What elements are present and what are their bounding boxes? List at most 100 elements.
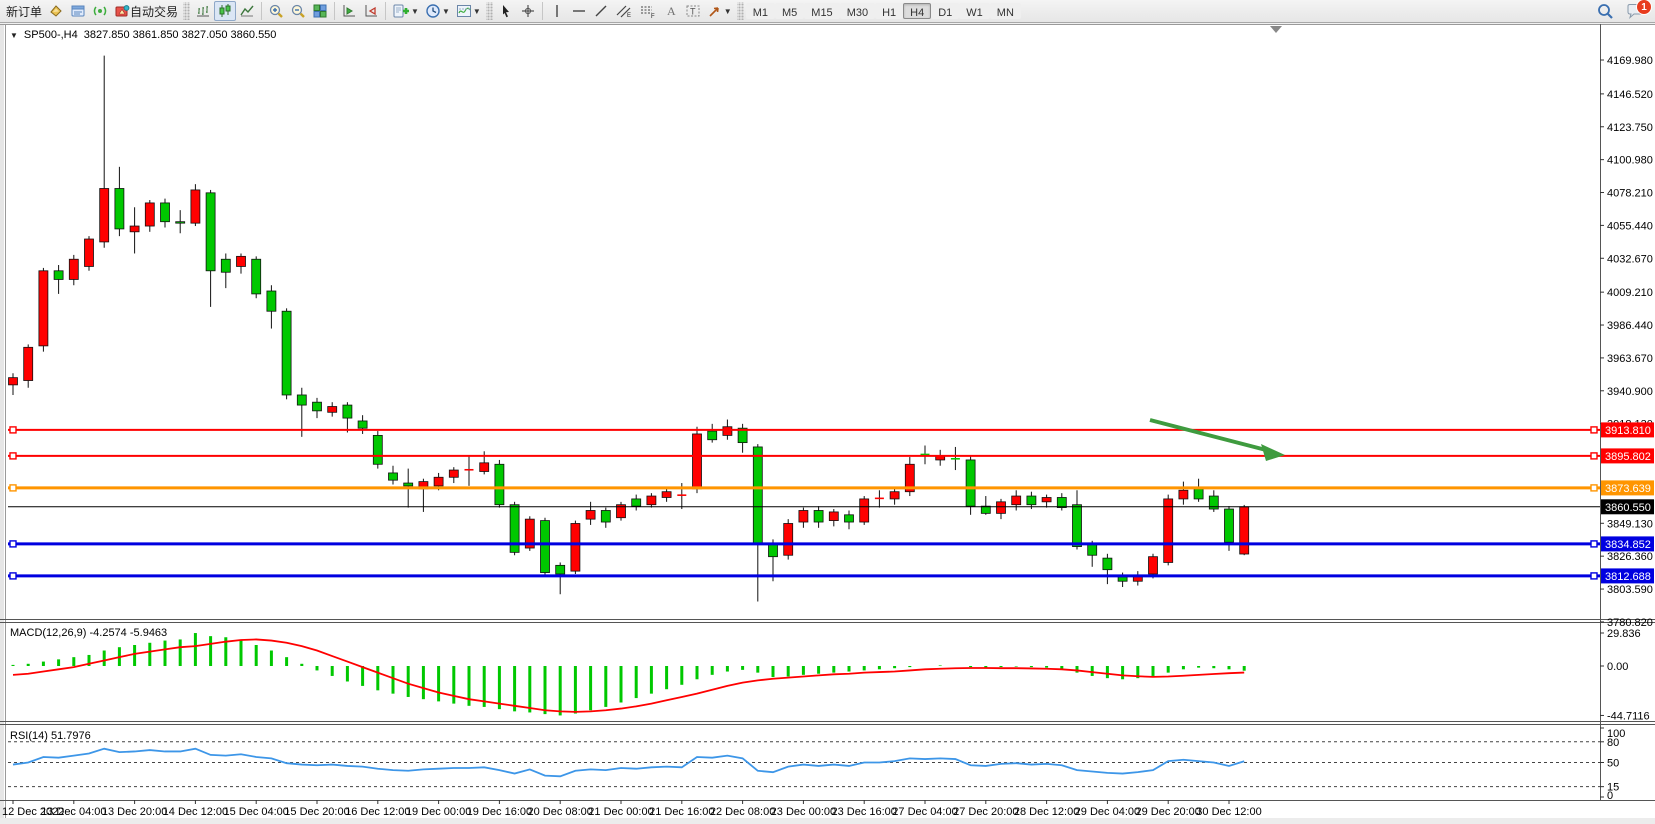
zoom-in-icon[interactable]: [265, 1, 287, 21]
arrows-icon[interactable]: ▼: [704, 1, 735, 21]
candle-body: [708, 431, 717, 440]
channel-icon[interactable]: E: [612, 1, 636, 21]
period-clock-button[interactable]: ▼: [422, 1, 453, 21]
candle-body: [586, 510, 595, 519]
time-label: 21 Dec 00:00: [588, 806, 653, 818]
candle-body: [100, 188, 109, 241]
line-handle[interactable]: [1591, 541, 1597, 547]
time-label: 23 Dec 00:00: [771, 806, 836, 818]
macd-tick-label: 0.00: [1607, 661, 1628, 673]
price-tick-label: 3849.130: [1607, 518, 1653, 530]
timeframe-MN[interactable]: MN: [990, 3, 1021, 19]
fibonacci-icon[interactable]: F: [636, 1, 660, 21]
market-watch-icon[interactable]: [67, 1, 89, 21]
candle-body: [206, 193, 215, 271]
candle-body: [313, 402, 322, 411]
candle-body: [1088, 544, 1097, 556]
chat-icon[interactable]: 1: [1623, 1, 1647, 21]
text-label-icon[interactable]: T: [682, 1, 704, 21]
candle-body: [647, 496, 656, 505]
candle-body: [799, 510, 808, 522]
candle-body: [328, 407, 337, 413]
candle-body: [24, 347, 33, 380]
chart-shift-marker[interactable]: [1270, 26, 1282, 33]
line-handle[interactable]: [10, 573, 16, 579]
text-icon[interactable]: A: [660, 1, 682, 21]
add-indicator-button[interactable]: ▼: [389, 1, 422, 21]
candle-body: [1012, 496, 1021, 505]
candle-body: [890, 492, 899, 499]
timeframe-H1[interactable]: H1: [875, 3, 903, 19]
price-tick-label: 4078.210: [1607, 188, 1653, 200]
macd-tick-label: -44.7116: [1607, 710, 1650, 722]
line-chart-icon[interactable]: [236, 1, 258, 21]
template-button[interactable]: ▼: [453, 1, 484, 21]
timeframe-D1[interactable]: D1: [931, 3, 959, 19]
price-tag-label: 3860.550: [1605, 502, 1651, 514]
profile-forward-icon[interactable]: [338, 1, 360, 21]
chevron-down-icon: ▼: [442, 7, 450, 16]
time-label: 19 Dec 16:00: [467, 806, 532, 818]
price-tag-label: 3873.639: [1605, 483, 1651, 495]
signal-icon[interactable]: [89, 1, 111, 21]
toolbar-grip: [737, 2, 744, 20]
line-handle[interactable]: [1591, 485, 1597, 491]
line-handle[interactable]: [10, 453, 16, 459]
line-handle[interactable]: [1591, 573, 1597, 579]
candle-body: [480, 463, 489, 472]
candle-body: [191, 190, 200, 223]
price-tick-label: 4146.520: [1607, 89, 1653, 101]
timeframe-M30[interactable]: M30: [840, 3, 875, 19]
line-handle[interactable]: [1591, 453, 1597, 459]
cursor-icon[interactable]: [495, 1, 517, 21]
candle-body: [966, 460, 975, 506]
search-icon[interactable]: [1593, 1, 1617, 21]
price-tick-label: 3803.590: [1607, 584, 1653, 596]
timeframe-W1[interactable]: W1: [959, 3, 990, 19]
crosshair-icon[interactable]: [517, 1, 539, 21]
line-handle[interactable]: [10, 541, 16, 547]
trend-arrow-head[interactable]: [1261, 444, 1285, 461]
timeframe-M5[interactable]: M5: [775, 3, 804, 19]
candlestick-chart-icon[interactable]: [214, 1, 236, 21]
price-tick-label: 3963.670: [1607, 353, 1653, 365]
price-tick-label: 4032.670: [1607, 253, 1653, 265]
time-label: 22 Dec 08:00: [710, 806, 775, 818]
window-bottom-edge: [0, 818, 1655, 824]
collapse-chart-icon[interactable]: ▼: [10, 31, 18, 40]
price-tick-label: 4123.750: [1607, 122, 1653, 134]
timeframe-M15[interactable]: M15: [804, 3, 839, 19]
candle-body: [221, 259, 230, 272]
candle-body: [495, 464, 504, 504]
price-tag-label: 3895.802: [1605, 451, 1651, 463]
tile-windows-icon[interactable]: [309, 1, 331, 21]
profile-back-icon[interactable]: [360, 1, 382, 21]
time-label: 19 Dec 00:00: [406, 806, 471, 818]
horizontal-line-icon[interactable]: [568, 1, 590, 21]
candle-body: [161, 203, 170, 222]
trendline-icon[interactable]: [590, 1, 612, 21]
line-handle[interactable]: [1591, 427, 1597, 433]
yellow-tag-icon[interactable]: [45, 1, 67, 21]
new-order-button[interactable]: 新订单: [3, 1, 45, 21]
candle-body: [997, 502, 1006, 514]
candlestick-chart: 4169.9804146.5204123.7504100.9804078.210…: [0, 24, 1655, 824]
candle-body: [769, 544, 778, 557]
candle-body: [1042, 497, 1051, 501]
auto-trading-button[interactable]: 自动交易: [111, 1, 181, 21]
line-handle[interactable]: [10, 485, 16, 491]
vertical-line-icon[interactable]: [546, 1, 568, 21]
timeframe-H4[interactable]: H4: [903, 3, 931, 19]
price-tag-label: 3834.852: [1605, 539, 1651, 551]
timeframe-group: M1M5M15M30H1H4D1W1MN: [746, 3, 1021, 19]
timeframe-M1[interactable]: M1: [746, 3, 775, 19]
toolbar: 新订单 自动交易 ▼ ▼: [0, 0, 1655, 23]
macd-tick-label: 29.836: [1607, 628, 1641, 640]
bar-chart-icon[interactable]: [192, 1, 214, 21]
trend-arrow[interactable]: [1150, 420, 1266, 450]
line-handle[interactable]: [10, 427, 16, 433]
notification-badge: 1: [1636, 0, 1652, 15]
zoom-out-icon[interactable]: [287, 1, 309, 21]
symbol-header[interactable]: ▼ SP500-,H4 3827.850 3861.850 3827.050 3…: [10, 29, 276, 41]
toolbar-grip: [486, 2, 493, 20]
